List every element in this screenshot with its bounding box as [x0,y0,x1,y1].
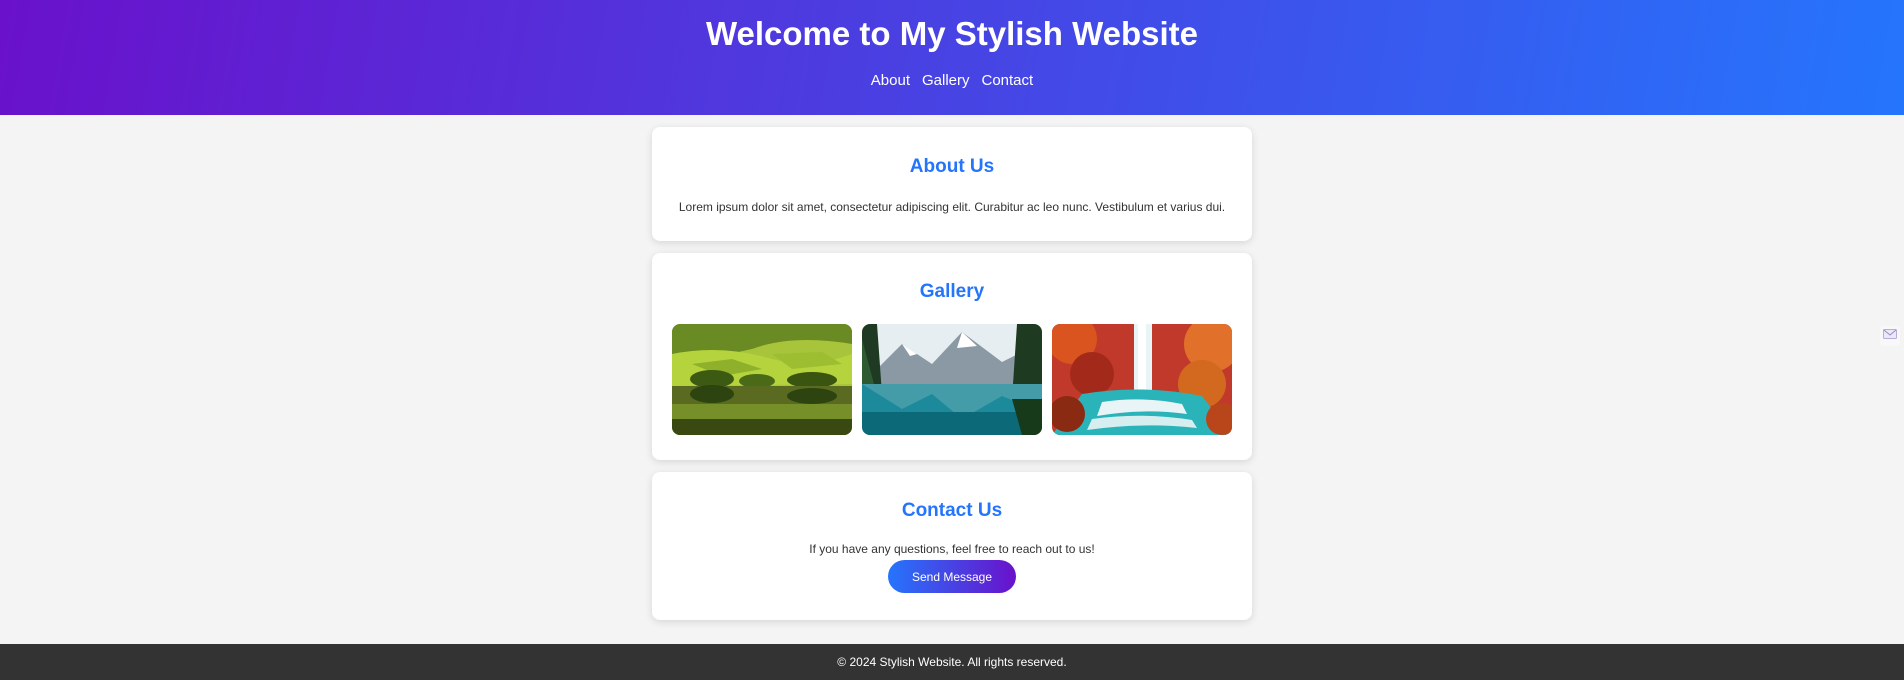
gallery-heading: Gallery [919,281,985,302]
mail-icon [1883,327,1897,345]
contact-section: Contact Us If you have any questions, fe… [652,472,1252,620]
about-text: Lorem ipsum dolor sit amet, consectetur … [678,200,1226,214]
footer-copyright: © 2024 Stylish Website. All rights reser… [837,655,1067,669]
about-heading: About Us [909,156,995,177]
green-hills-lake-image [672,324,852,435]
site-footer: © 2024 Stylish Website. All rights reser… [0,644,1904,680]
nav-link-contact[interactable]: Contact [982,72,1034,89]
side-widget-button[interactable] [1880,326,1900,346]
main-content: About Us Lorem ipsum dolor sit amet, con… [652,127,1252,620]
nav-link-about[interactable]: About [871,72,910,89]
main-nav: About Gallery Contact [0,72,1904,89]
gallery-section: Gallery [652,253,1252,460]
contact-heading: Contact Us [901,500,1003,521]
gallery-grid [652,324,1252,435]
about-section: About Us Lorem ipsum dolor sit amet, con… [652,127,1252,241]
contact-text: If you have any questions, feel free to … [809,542,1095,556]
send-message-button[interactable]: Send Message [887,560,1017,593]
site-header: Welcome to My Stylish Website About Gall… [0,0,1904,115]
site-title: Welcome to My Stylish Website [705,15,1199,52]
nav-link-gallery[interactable]: Gallery [922,72,970,89]
mountain-lake-image [862,324,1042,435]
autumn-waterfall-image [1052,324,1232,435]
